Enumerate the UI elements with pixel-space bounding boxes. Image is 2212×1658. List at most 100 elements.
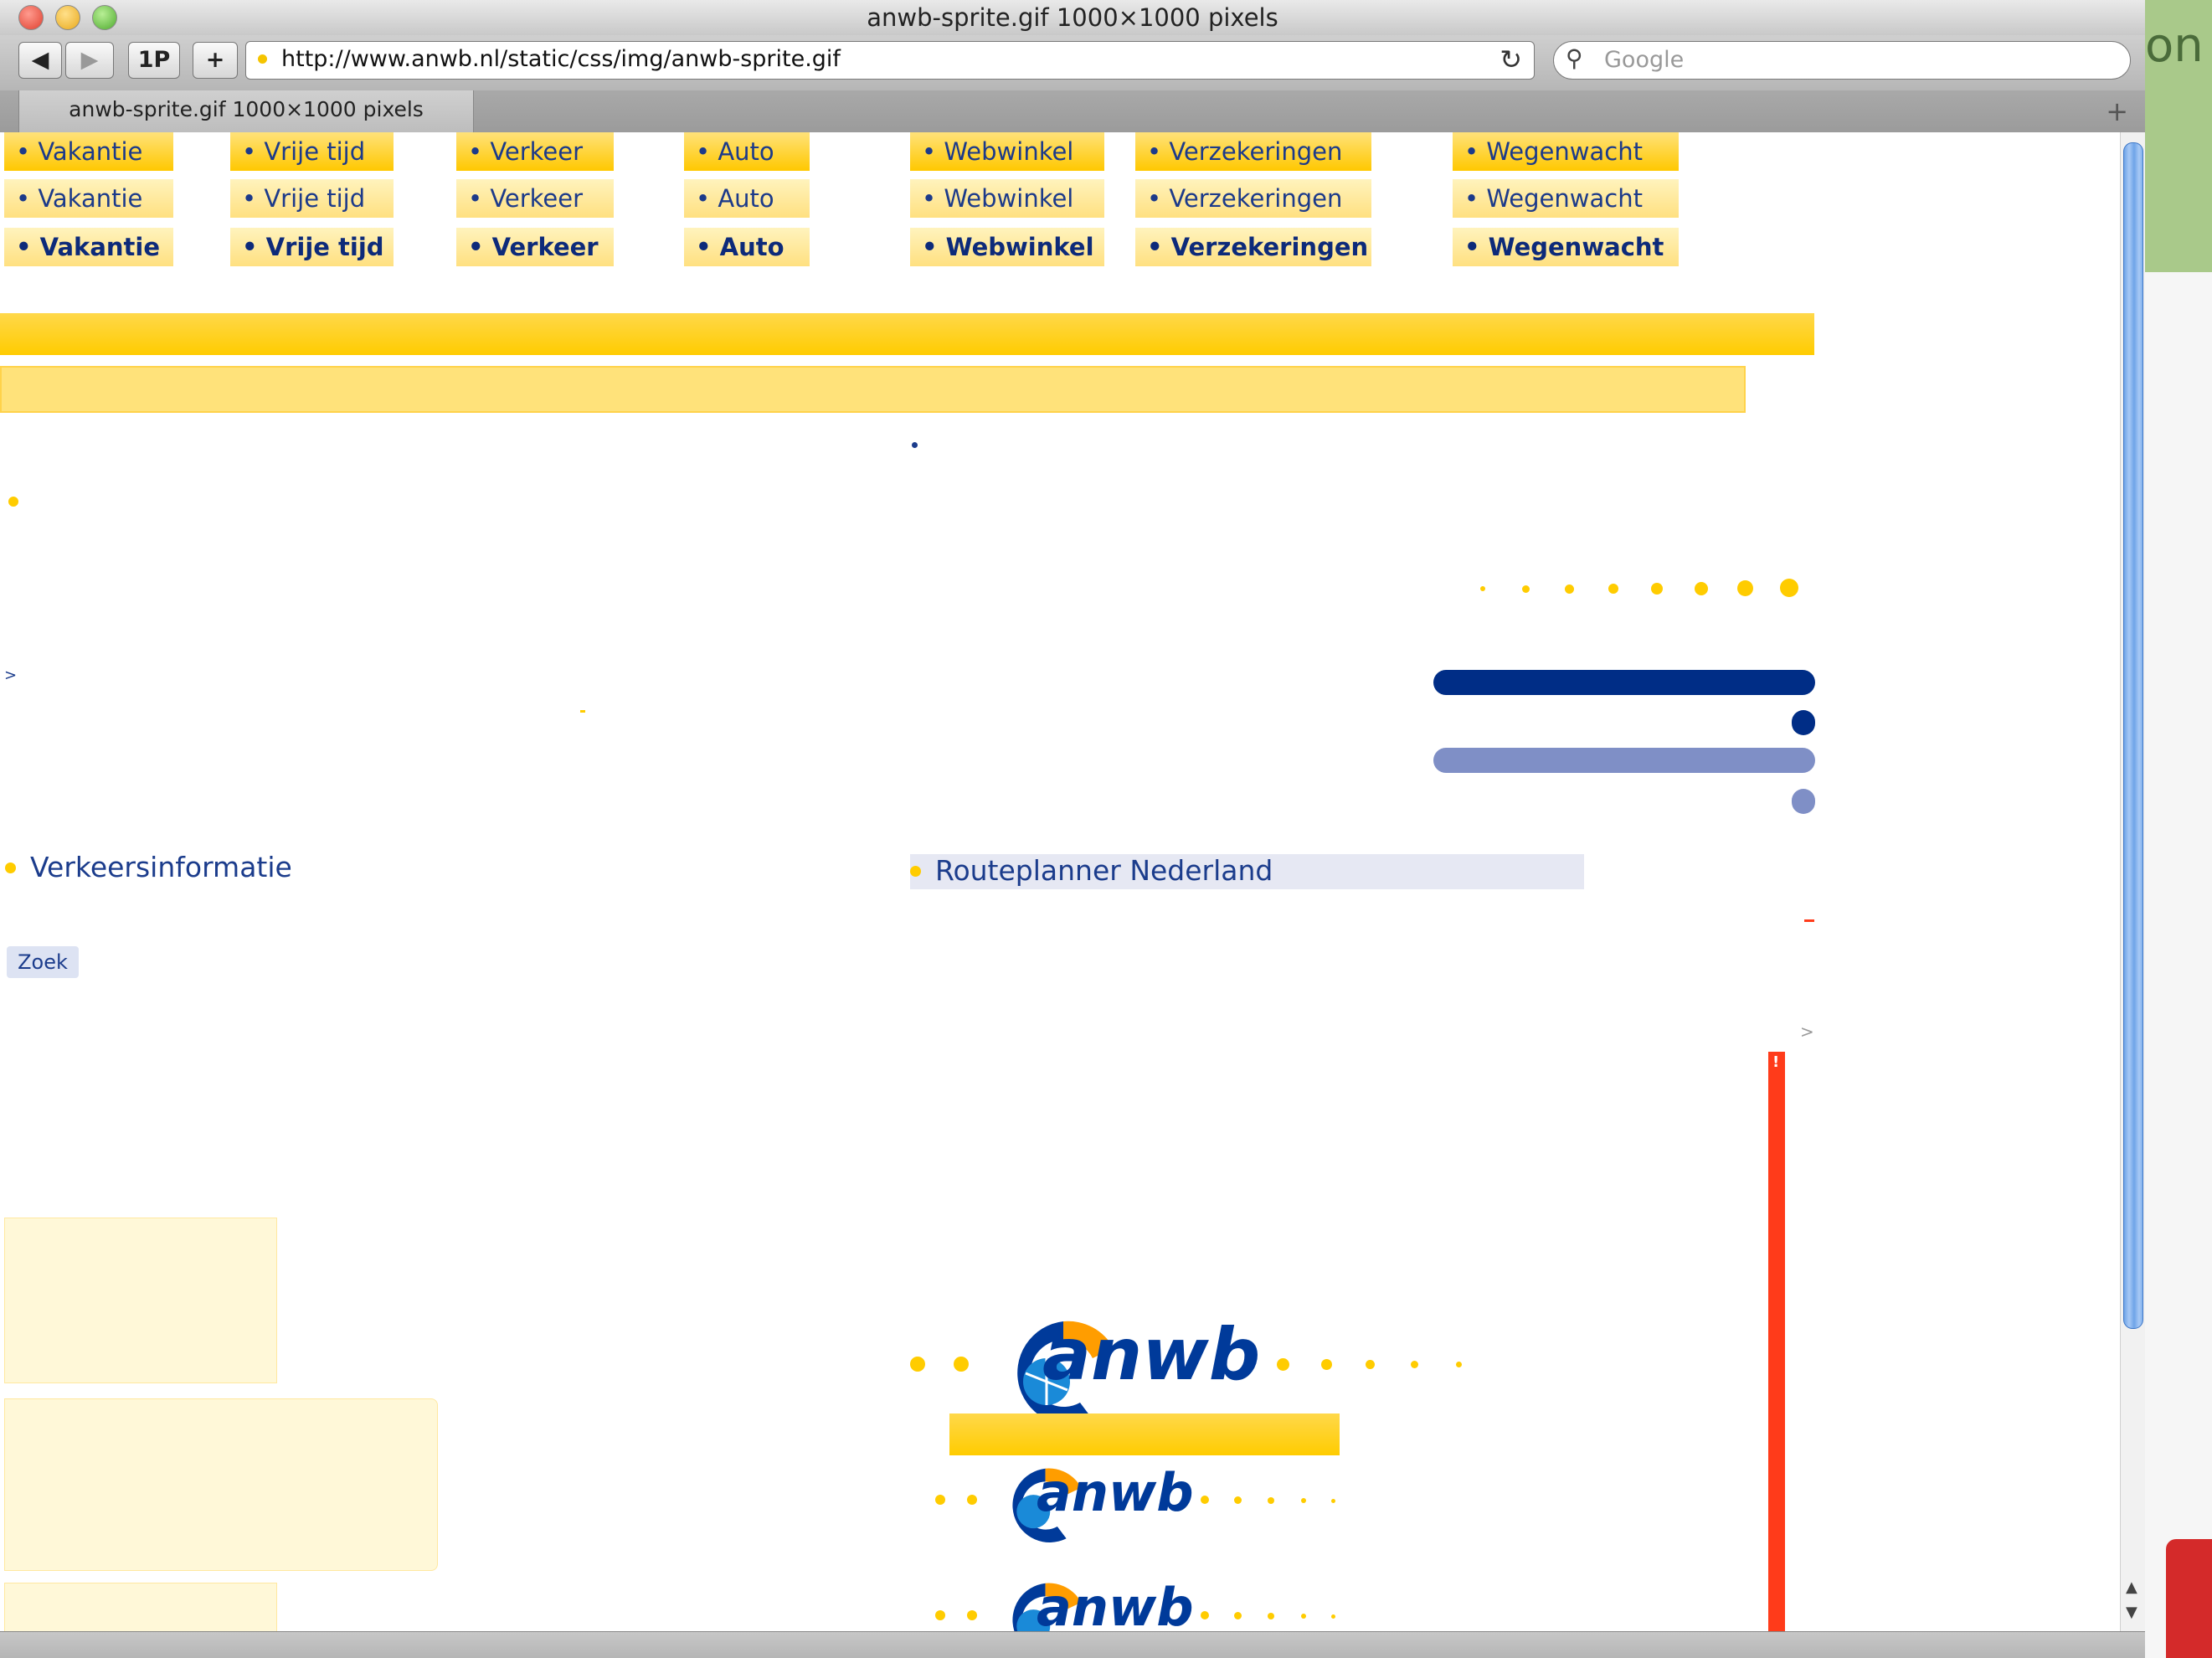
sprite-dot: [935, 1495, 945, 1505]
sprite-dot: [1780, 579, 1798, 597]
bullet-icon: [910, 866, 921, 877]
nav-wegenwacht: • Wegenwacht: [1453, 132, 1679, 171]
nav-vakantie: • Vakantie: [4, 228, 173, 266]
zoek-button-sprite: Zoek: [7, 946, 79, 978]
tab-bar: anwb-sprite.gif 1000×1000 pixels +: [0, 90, 2145, 133]
routeplanner-label: Routeplanner Nederland: [935, 854, 1273, 887]
sprite-panel: [4, 1583, 277, 1631]
nav-verkeer: • Verkeer: [456, 179, 614, 218]
logo-yellow-bar: [949, 1413, 1340, 1455]
sprite-dot: [1201, 1611, 1209, 1619]
sprite-light-yellow-bar: [0, 366, 1746, 413]
sprite-grey-cap: [1792, 789, 1815, 814]
sprite-dot: [1411, 1361, 1418, 1368]
nav-webwinkel: • Webwinkel: [910, 228, 1104, 266]
anwb-logo-text: anwb: [1037, 1462, 1194, 1523]
sprite-navy-bar: [1433, 670, 1815, 695]
sprite-dot: [1234, 1612, 1242, 1619]
sprite-dot: [1301, 1614, 1306, 1619]
anwb-logo-text: anwb: [1042, 1313, 1261, 1397]
sprite-dot: [967, 1495, 977, 1505]
forward-arrow-icon: ▶: [80, 47, 99, 73]
nav-wegenwacht: • Wegenwacht: [1453, 228, 1679, 266]
new-tab-icon[interactable]: +: [2106, 95, 2128, 127]
sprite-dot: [1268, 1497, 1274, 1504]
nav-verkeer: • Verkeer: [456, 228, 614, 266]
sprite-dot: [1651, 583, 1663, 595]
sprite-panel: [4, 1218, 277, 1383]
window-title: anwb-sprite.gif 1000×1000 pixels: [867, 3, 1278, 32]
desktop-backdrop: on: [2145, 0, 2212, 1658]
sprite-dot: [1480, 586, 1485, 591]
nav-vakantie: • Vakantie: [4, 179, 173, 218]
search-field[interactable]: ⚲ Google: [1553, 41, 2131, 80]
sprite-dot: [1234, 1496, 1242, 1504]
nav-verzekeringen: • Verzekeringen: [1135, 179, 1371, 218]
sprite-dot: [1456, 1362, 1462, 1367]
sprite-dot: [1565, 584, 1574, 594]
backdrop-red-panel: [2166, 1539, 2212, 1658]
back-arrow-icon: ◀: [31, 47, 49, 73]
sprite-dot: [910, 1357, 925, 1372]
nav-vrije-tijd: • Vrije tijd: [230, 228, 394, 266]
nav-auto: • Auto: [684, 179, 810, 218]
sprite-dot: [967, 1610, 977, 1620]
reload-icon[interactable]: ↻: [1500, 44, 1522, 75]
status-bar: [0, 1631, 2145, 1658]
nav-vrije-tijd: • Vrije tijd: [230, 179, 394, 218]
sprite-dot: [1522, 585, 1530, 593]
alert-icon: !: [1772, 1053, 1780, 1071]
bullet-icon: [5, 862, 16, 873]
sprite-dot: [1331, 1499, 1335, 1503]
back-button[interactable]: ◀: [18, 42, 62, 79]
address-bar[interactable]: http://www.anwb.nl/static/css/img/anwb-s…: [245, 41, 1535, 80]
browser-window: anwb-sprite.gif 1000×1000 pixels ◀ ▶ 1P …: [0, 0, 2145, 1658]
nav-verkeer: • Verkeer: [456, 132, 614, 171]
sprite-dot: [1268, 1613, 1274, 1619]
sprite-dot: [1366, 1360, 1375, 1369]
nav-auto: • Auto: [684, 228, 810, 266]
site-favicon-icon: [258, 54, 267, 64]
backdrop-partial-text: on: [2145, 18, 2204, 73]
sprite-yellow-bar: [0, 313, 1814, 355]
sprite-dot: [1301, 1498, 1306, 1503]
sprite-dot: [1331, 1614, 1335, 1619]
nav-verzekeringen: • Verzekeringen: [1135, 228, 1371, 266]
sprite-red-dash: [1804, 919, 1814, 922]
nav-vakantie: • Vakantie: [4, 132, 173, 171]
nav-vrije-tijd: • Vrije tijd: [230, 132, 394, 171]
url-text: http://www.anwb.nl/static/css/img/anwb-s…: [281, 46, 841, 72]
nav-auto: • Auto: [684, 132, 810, 171]
nav-webwinkel: • Webwinkel: [910, 179, 1104, 218]
add-bookmark-button[interactable]: +: [193, 42, 238, 79]
plus-icon: +: [205, 47, 225, 73]
nav-webwinkel: • Webwinkel: [910, 132, 1104, 171]
sprite-navy-cap: [1792, 710, 1815, 735]
anwb-logo-text: anwb: [1037, 1577, 1194, 1631]
verkeersinformatie-label: Verkeersinformatie: [30, 851, 292, 883]
sprite-red-bar: !: [1768, 1052, 1785, 1631]
tab-anwb-sprite[interactable]: anwb-sprite.gif 1000×1000 pixels: [18, 90, 474, 132]
scroll-up-arrow-icon[interactable]: ▲: [2126, 1578, 2137, 1596]
sprite-dot: [954, 1357, 969, 1372]
scroll-down-arrow-icon[interactable]: ▼: [2126, 1604, 2137, 1621]
sprite-dot: [1737, 580, 1753, 596]
browser-toolbar: ◀ ▶ 1P + http://www.anwb.nl/static/css/i…: [0, 35, 2145, 90]
sprite-dot: [1695, 582, 1708, 595]
sprite-grey-arrow: >: [1800, 1022, 1814, 1042]
sprite-dot: [1321, 1359, 1332, 1370]
nav-wegenwacht: • Wegenwacht: [1453, 179, 1679, 218]
sprite-dot: [935, 1610, 945, 1620]
sprite-yellow-mark: [580, 710, 585, 713]
one-page-button[interactable]: 1P: [128, 42, 180, 79]
sprite-yellow-dot: [8, 497, 18, 507]
sprite-small-arrow: >: [4, 667, 18, 684]
scrollbar-thumb[interactable]: [2123, 142, 2143, 1329]
search-icon: ⚲: [1566, 44, 1583, 72]
nav-verzekeringen: • Verzekeringen: [1135, 132, 1371, 171]
page-content: • Vakantie • Vrije tijd • Verkeer • Auto…: [0, 132, 2120, 1631]
vertical-scrollbar[interactable]: ▲ ▼: [2120, 132, 2145, 1631]
sprite-dot: [1608, 584, 1618, 594]
forward-button[interactable]: ▶: [65, 42, 114, 79]
sprite-panel: [4, 1398, 438, 1571]
